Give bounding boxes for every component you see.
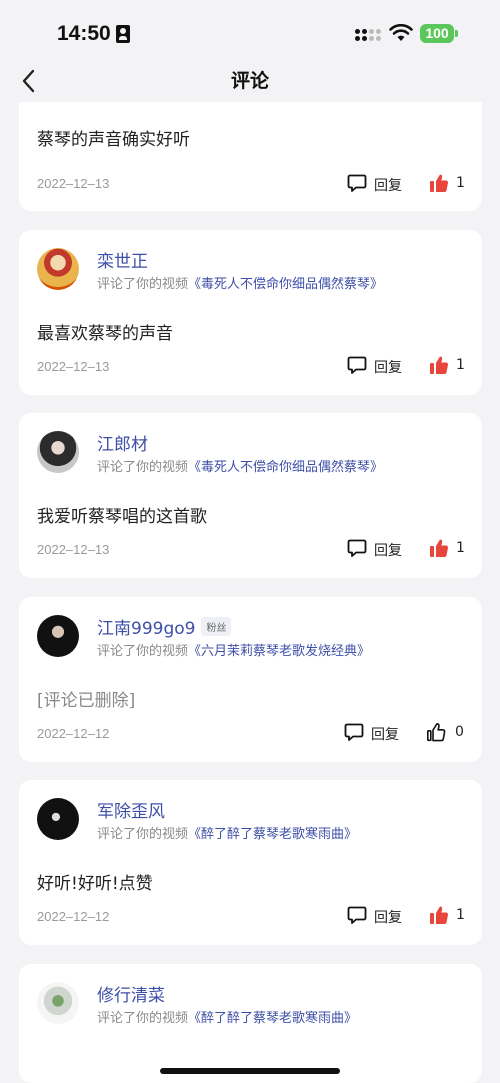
- like-button[interactable]: 0: [426, 721, 466, 745]
- reply-label: 回复: [374, 543, 402, 559]
- username[interactable]: 江郎材: [97, 430, 148, 455]
- like-button[interactable]: 1: [429, 354, 469, 378]
- video-context: 评论了你的视频《毒死人不偿命你细品偶然蔡琴》: [97, 273, 383, 292]
- status-bar: 14:50 100: [0, 0, 500, 62]
- avatar[interactable]: [37, 798, 79, 840]
- username[interactable]: 栾世正: [97, 247, 148, 272]
- video-title-link[interactable]: 《六月茉莉蔡琴老歌发烧经典》: [188, 644, 370, 659]
- like-button[interactable]: 1: [429, 904, 469, 928]
- battery-tip: [455, 30, 458, 37]
- thumbs-up-icon: [430, 539, 449, 558]
- username-text[interactable]: 修行清菜: [97, 986, 165, 1006]
- id-card-icon: [116, 25, 130, 43]
- username[interactable]: 修行清菜: [97, 981, 165, 1006]
- like-count: 0: [455, 724, 464, 740]
- reply-label: 回复: [374, 910, 402, 926]
- like-count: 1: [456, 357, 465, 373]
- comment-bubble-icon: [347, 356, 367, 374]
- like-count: 1: [456, 540, 465, 556]
- username[interactable]: 军除歪风: [97, 797, 165, 822]
- video-title-link[interactable]: 《毒死人不偿命你细品偶然蔡琴》: [188, 460, 383, 475]
- avatar[interactable]: [37, 615, 79, 657]
- video-context: 评论了你的视频《六月茉莉蔡琴老歌发烧经典》: [97, 640, 370, 659]
- comment-text: [评论已删除]: [37, 691, 136, 711]
- comment-bubble-icon: [347, 174, 367, 192]
- status-time: 14:50: [57, 22, 111, 45]
- context-prefix: 评论了你的视频: [97, 827, 189, 842]
- comment-date: 2022–12–12: [37, 726, 110, 741]
- comment-text: 好听!好听!点赞: [37, 874, 153, 894]
- like-count: 1: [456, 175, 465, 191]
- reply-button[interactable]: 回复: [347, 537, 417, 561]
- reply-label: 回复: [371, 727, 399, 743]
- thumbs-up-icon: [430, 174, 449, 193]
- comment-text: 蔡琴的声音确实好听: [37, 130, 190, 150]
- like-button[interactable]: 1: [429, 537, 469, 561]
- comment-text: 我爱听蔡琴唱的这首歌: [37, 507, 207, 527]
- comment-card[interactable]: 修行清菜 评论了你的视频《醉了醉了蔡琴老歌寒雨曲》: [19, 964, 482, 1083]
- home-indicator: [160, 1068, 340, 1074]
- comment-bubble-icon: [344, 723, 364, 741]
- context-prefix: 评论了你的视频: [97, 644, 189, 659]
- nav-bar: 评论: [0, 62, 500, 102]
- comment-bubble-icon: [347, 539, 367, 557]
- cellular-signal-icon: [355, 27, 381, 43]
- username-text[interactable]: 军除歪风: [97, 802, 165, 822]
- battery-level: 100: [420, 24, 454, 43]
- reply-button[interactable]: 回复: [347, 354, 417, 378]
- username-text[interactable]: 江郎材: [97, 435, 148, 455]
- comment-date: 2022–12–12: [37, 909, 110, 924]
- comment-date: 2022–12–13: [37, 359, 110, 374]
- video-context: 评论了你的视频《毒死人不偿命你细品偶然蔡琴》: [97, 456, 383, 475]
- like-button[interactable]: 1: [429, 172, 469, 196]
- username-text[interactable]: 栾世正: [97, 252, 148, 272]
- reply-button[interactable]: 回复: [344, 721, 414, 745]
- fan-badge: 粉丝: [201, 617, 232, 636]
- username[interactable]: 江南999go9 粉丝: [97, 614, 232, 639]
- avatar[interactable]: [37, 431, 79, 473]
- comment-text: 最喜欢蔡琴的声音: [37, 324, 173, 344]
- context-prefix: 评论了你的视频: [97, 460, 189, 475]
- reply-label: 回复: [374, 360, 402, 376]
- page-title: 评论: [230, 70, 269, 92]
- video-title-link[interactable]: 《醉了醉了蔡琴老歌寒雨曲》: [188, 827, 357, 842]
- wifi-icon: [389, 24, 413, 41]
- context-prefix: 评论了你的视频: [97, 277, 189, 292]
- context-prefix: 评论了你的视频: [97, 1011, 189, 1026]
- thumbs-up-icon: [426, 723, 446, 742]
- video-title-link[interactable]: 《醉了醉了蔡琴老歌寒雨曲》: [188, 1011, 357, 1026]
- comment-card[interactable]: 军除歪风 评论了你的视频《醉了醉了蔡琴老歌寒雨曲》 好听!好听!点赞 2022–12–…: [19, 780, 482, 945]
- video-context: 评论了你的视频《醉了醉了蔡琴老歌寒雨曲》: [97, 823, 357, 842]
- reply-label: 回复: [374, 178, 402, 194]
- thumbs-up-icon: [430, 906, 449, 925]
- comment-date: 2022–12–13: [37, 542, 110, 557]
- comment-card[interactable]: 江郎材 评论了你的视频《毒死人不偿命你细品偶然蔡琴》 我爱听蔡琴唱的这首歌 2022–…: [19, 413, 482, 578]
- like-count: 1: [456, 907, 465, 923]
- video-title-link[interactable]: 《毒死人不偿命你细品偶然蔡琴》: [188, 277, 383, 292]
- thumbs-up-icon: [430, 356, 449, 375]
- reply-button[interactable]: 回复: [347, 172, 417, 196]
- username-text[interactable]: 江南999go9: [97, 619, 195, 639]
- comment-date: 2022–12–13: [37, 176, 110, 191]
- comment-bubble-icon: [347, 906, 367, 924]
- avatar[interactable]: [37, 248, 79, 290]
- avatar[interactable]: [37, 982, 79, 1024]
- reply-button[interactable]: 回复: [347, 904, 417, 928]
- video-context: 评论了你的视频《醉了醉了蔡琴老歌寒雨曲》: [97, 1007, 357, 1026]
- comment-card[interactable]: 江南999go9 粉丝 评论了你的视频《六月茉莉蔡琴老歌发烧经典》 [评论已删除] 20…: [19, 597, 482, 762]
- comment-card[interactable]: 栾世正 评论了你的视频《毒死人不偿命你细品偶然蔡琴》 最喜欢蔡琴的声音 2022–12…: [19, 230, 482, 395]
